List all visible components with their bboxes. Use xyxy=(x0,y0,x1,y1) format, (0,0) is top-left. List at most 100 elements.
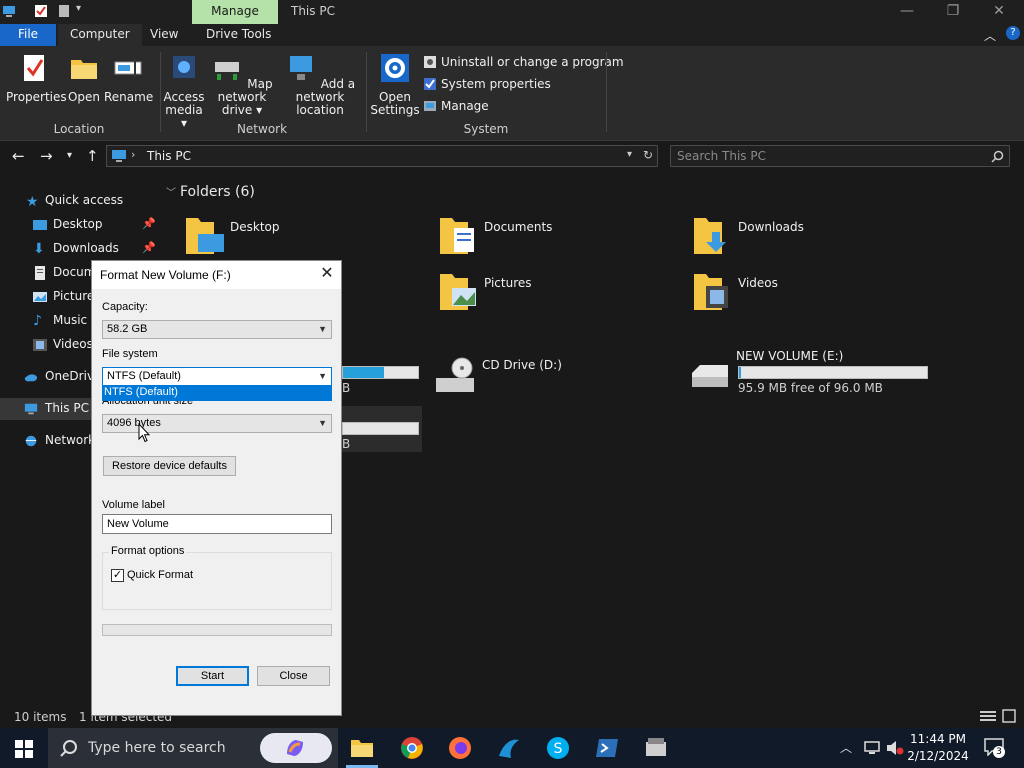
nav-item-downloads[interactable]: ⬇ Downloads 📌 xyxy=(0,238,158,260)
collapse-ribbon-chevron-icon[interactable]: ︿ xyxy=(984,27,996,44)
volume-muted-icon[interactable] xyxy=(886,740,904,756)
search-input[interactable] xyxy=(677,148,977,164)
drive-c-usage-fill xyxy=(343,367,385,378)
maximize-button[interactable]: ❐ xyxy=(930,0,976,24)
search-box[interactable] xyxy=(670,145,1010,167)
folders-section-header[interactable]: ﹀ Folders (6) xyxy=(166,184,255,200)
powershell-icon[interactable] xyxy=(595,736,619,760)
restore-device-defaults-button[interactable]: Restore device defaults xyxy=(103,456,236,476)
pin-icon[interactable]: 📌 xyxy=(142,214,156,234)
folder-desktop[interactable]: Desktop xyxy=(184,214,414,260)
drive-new-volume-e[interactable]: NEW VOLUME (E:) 95.9 MB free of 96.0 MB xyxy=(688,349,988,399)
recent-locations-chevron-icon[interactable]: ▾ xyxy=(67,150,72,161)
open-settings-label-2: Settings xyxy=(370,103,420,117)
computer-icon[interactable] xyxy=(2,4,16,18)
close-window-button[interactable]: ✕ xyxy=(976,0,1022,24)
allocation-unit-select[interactable]: 4096 bytes ▼ xyxy=(102,414,332,433)
file-system-option-ntfs[interactable]: NTFS (Default) xyxy=(102,385,332,401)
details-view-icon[interactable] xyxy=(980,710,996,722)
folder-label: Pictures xyxy=(484,276,532,290)
uninstall-program-button[interactable]: Uninstall or change a program xyxy=(423,54,624,72)
refresh-icon[interactable]: ↻ xyxy=(643,148,653,162)
properties-button[interactable]: Properties xyxy=(6,52,67,104)
tab-file[interactable]: File xyxy=(0,24,56,46)
disk-management-icon[interactable] xyxy=(644,736,668,760)
system-properties-button[interactable]: System properties xyxy=(423,76,551,94)
large-icons-view-icon[interactable] xyxy=(1002,709,1016,723)
pictures-folder-icon xyxy=(440,274,476,310)
new-folder-icon[interactable] xyxy=(57,4,71,18)
firefox-icon[interactable] xyxy=(448,736,472,760)
address-bar[interactable]: › This PC ▾ ↻ xyxy=(106,145,658,167)
folder-documents[interactable]: Documents xyxy=(438,214,668,260)
nav-item-desktop[interactable]: Desktop 📌 xyxy=(0,214,158,236)
map-network-drive-button[interactable]: Map network drive ▾ xyxy=(206,52,278,117)
open-settings-button[interactable]: Open Settings xyxy=(370,52,420,117)
dialog-titlebar: Format New Volume (F:) ✕ xyxy=(92,261,341,289)
file-explorer-taskbar-icon[interactable] xyxy=(350,736,374,760)
dialog-close-icon[interactable]: ✕ xyxy=(314,263,340,287)
folder-videos[interactable]: Videos xyxy=(692,270,922,316)
allocation-unit-value: 4096 bytes xyxy=(107,417,161,429)
wireshark-icon[interactable] xyxy=(497,736,521,760)
up-arrow-icon[interactable]: ↑ xyxy=(86,147,99,165)
file-system-select[interactable]: NTFS (Default) ▼ xyxy=(102,367,332,386)
manage-button[interactable]: Manage xyxy=(423,98,489,116)
tab-view[interactable]: View xyxy=(138,24,190,46)
drive-f-selected-tile[interactable]: B xyxy=(328,406,422,452)
help-icon[interactable]: ? xyxy=(1006,26,1020,40)
system-clock[interactable]: 11:44 PM 2/12/2024 xyxy=(906,731,970,765)
pin-icon[interactable]: 📌 xyxy=(142,238,156,258)
drive-cd-d[interactable]: CD Drive (D:) xyxy=(434,356,674,402)
folder-downloads[interactable]: Downloads xyxy=(692,214,922,260)
minimize-button[interactable]: — xyxy=(884,0,930,24)
collapse-chevron-icon[interactable]: ﹀ xyxy=(166,188,176,199)
nav-item-quick-access[interactable]: ★ Quick access xyxy=(0,190,158,212)
drive-c-free-fragment: B xyxy=(342,381,351,395)
quick-format-label[interactable]: Quick Format xyxy=(127,569,193,581)
location-group-label: Location xyxy=(53,122,105,136)
dialog-close-button[interactable]: Close xyxy=(257,666,330,686)
address-dropdown-chevron-icon[interactable]: ▾ xyxy=(627,149,632,160)
svg-text:S: S xyxy=(554,741,563,757)
address-path[interactable]: This PC xyxy=(147,149,191,163)
tab-computer[interactable]: Computer xyxy=(58,24,142,46)
taskbar-search-placeholder: Type here to search xyxy=(88,740,226,756)
drive-f-free-fragment: B xyxy=(342,437,351,451)
chrome-icon[interactable] xyxy=(400,736,424,760)
properties-icon xyxy=(24,55,44,81)
capacity-select[interactable]: 58.2 GB ▼ xyxy=(102,320,332,339)
properties-check-icon[interactable] xyxy=(34,4,48,18)
quick-format-checkbox[interactable]: ✓ xyxy=(111,569,124,582)
notification-center-icon[interactable]: 3 xyxy=(984,738,1005,758)
network-location-icon xyxy=(289,56,312,80)
forward-arrow-icon[interactable]: → xyxy=(40,147,53,165)
access-media-button[interactable]: Access media ▾ xyxy=(162,52,206,130)
desktop-icon xyxy=(33,220,47,230)
add-network-location-button[interactable]: Add a network location xyxy=(280,52,360,117)
skype-icon[interactable]: S xyxy=(546,736,570,760)
uninstall-label: Uninstall or change a program xyxy=(441,55,624,69)
show-hidden-icons-chevron-icon[interactable]: ︿ xyxy=(840,739,852,756)
taskbar-search-box[interactable]: Type here to search xyxy=(48,728,338,768)
network-status-icon[interactable] xyxy=(864,741,880,755)
breadcrumb-chevron-icon[interactable]: › xyxy=(131,148,135,161)
manage-context-tab[interactable]: Manage xyxy=(192,0,278,24)
back-arrow-icon[interactable]: ← xyxy=(12,147,25,165)
clock-date: 2/12/2024 xyxy=(907,749,969,763)
chevron-down-icon: ▼ xyxy=(318,418,327,428)
tab-drive-tools[interactable]: Drive Tools xyxy=(194,24,283,46)
open-button[interactable]: Open xyxy=(64,52,104,104)
search-icon[interactable] xyxy=(991,150,1004,163)
folder-pictures[interactable]: Pictures xyxy=(438,270,668,316)
removable-drive-icon xyxy=(692,365,728,387)
customize-toolbar-chevron-icon[interactable]: ▾ xyxy=(76,3,90,17)
volume-label-input[interactable]: New Volume xyxy=(102,514,332,534)
copilot-button[interactable] xyxy=(260,733,332,763)
start-button[interactable]: Start xyxy=(176,666,249,686)
manage-icon xyxy=(424,101,436,111)
nav-item-label: Quick access xyxy=(45,193,124,207)
rename-button[interactable]: Rename xyxy=(104,52,153,104)
windows-start-icon[interactable] xyxy=(15,740,33,758)
ribbon: Properties Open Rename Location Access m… xyxy=(0,46,1024,141)
